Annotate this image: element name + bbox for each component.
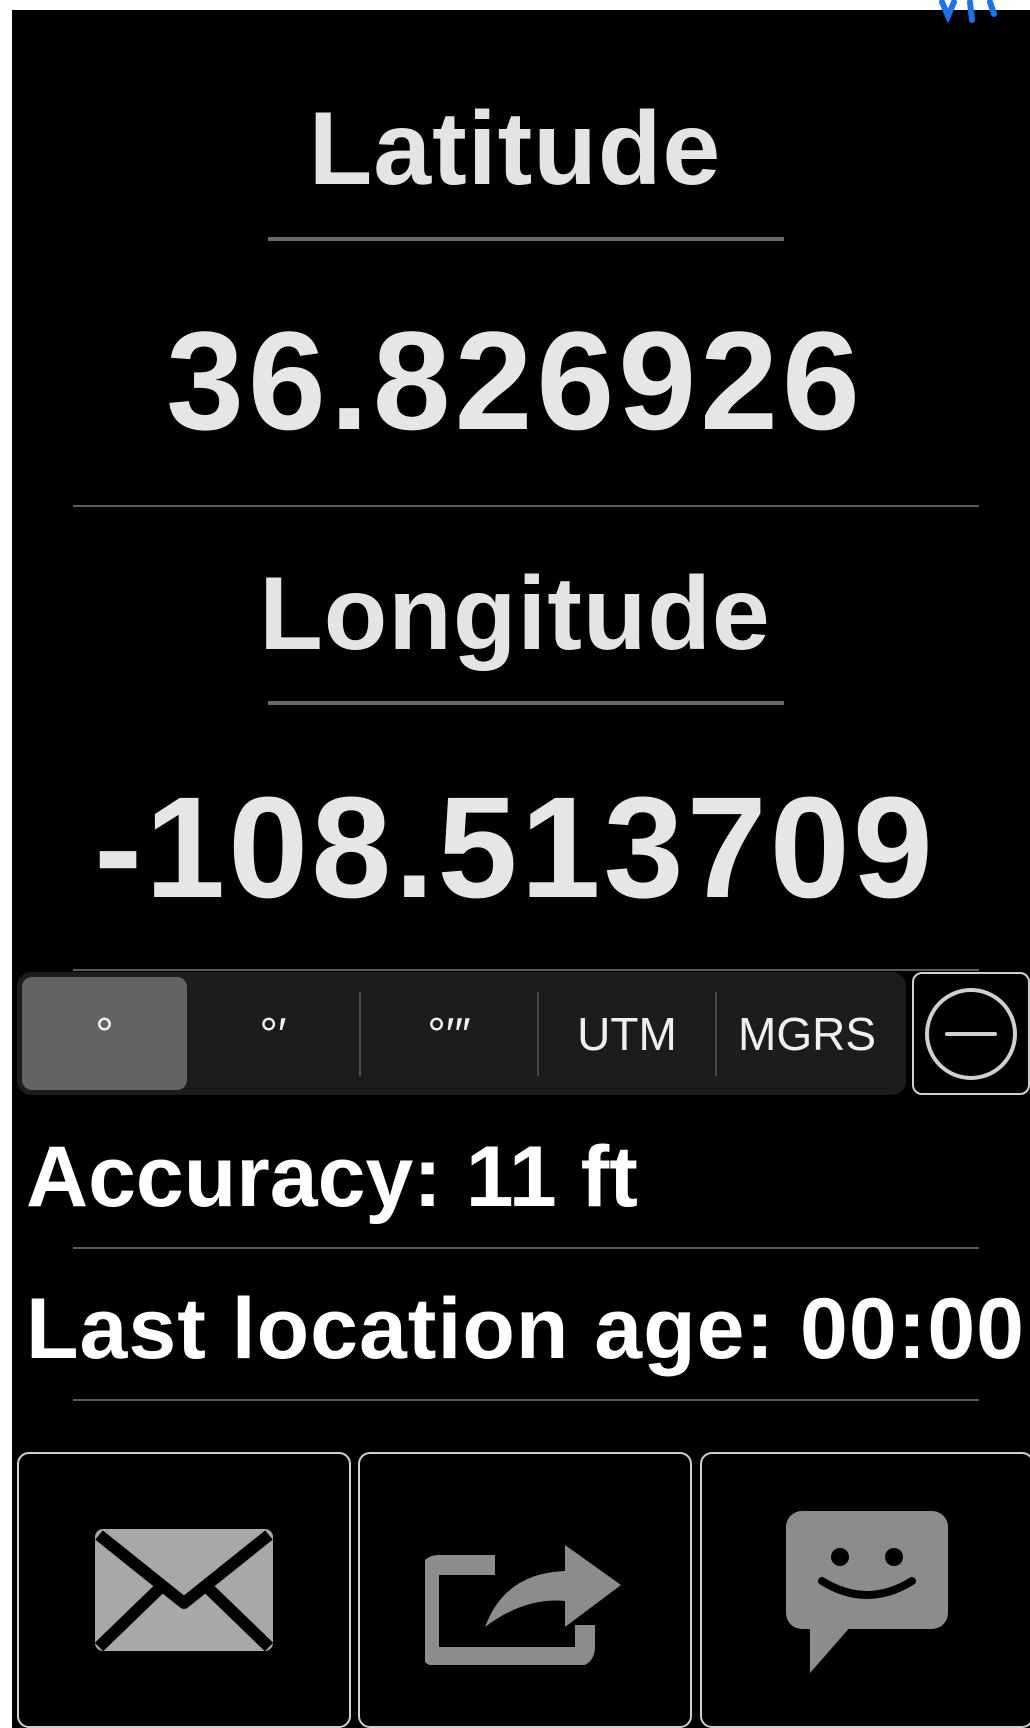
format-option-label: UTM: [577, 1007, 677, 1060]
accuracy-text: Accuracy: 11 ft: [26, 1129, 638, 1225]
location-age-text: Last location age: 00:00: [26, 1281, 1025, 1377]
divider: [73, 505, 979, 507]
top-edge: [0, 0, 1030, 10]
signal-icon: [939, 0, 997, 24]
format-option-degrees-minutes-seconds[interactable]: °′″: [361, 972, 537, 1095]
divider: [73, 969, 979, 971]
format-option-label: °′″: [427, 1007, 471, 1060]
share-button[interactable]: [358, 1452, 692, 1728]
email-button[interactable]: [17, 1452, 351, 1728]
message-icon: [786, 1511, 948, 1673]
coordinate-format-selector: ° °′ °′″ UTM MGRS: [17, 972, 906, 1095]
minus-circle-icon: [925, 987, 1017, 1080]
format-option-degrees[interactable]: °: [22, 977, 187, 1090]
divider: [73, 1247, 979, 1249]
divider: [73, 1399, 979, 1401]
format-option-mgrs[interactable]: MGRS: [717, 972, 897, 1095]
format-option-utm[interactable]: UTM: [539, 972, 715, 1095]
longitude-label: Longitude: [259, 556, 771, 672]
share-icon: [425, 1545, 621, 1665]
format-option-label: °: [95, 1007, 114, 1060]
app-screen: Latitude 36.826926 Longitude -108.513709…: [0, 0, 1030, 1728]
format-option-label: MGRS: [738, 1007, 876, 1060]
message-button[interactable]: [700, 1452, 1030, 1728]
longitude-underline: [268, 701, 784, 705]
envelope-icon: [94, 1529, 274, 1652]
format-option-degrees-minutes[interactable]: °′: [187, 972, 359, 1095]
format-option-label: °′: [259, 1007, 287, 1060]
longitude-value: -108.513709: [94, 767, 936, 928]
latitude-value: 36.826926: [166, 302, 864, 459]
collapse-button[interactable]: [912, 972, 1030, 1095]
latitude-underline: [268, 237, 784, 241]
latitude-label: Latitude: [308, 91, 722, 207]
